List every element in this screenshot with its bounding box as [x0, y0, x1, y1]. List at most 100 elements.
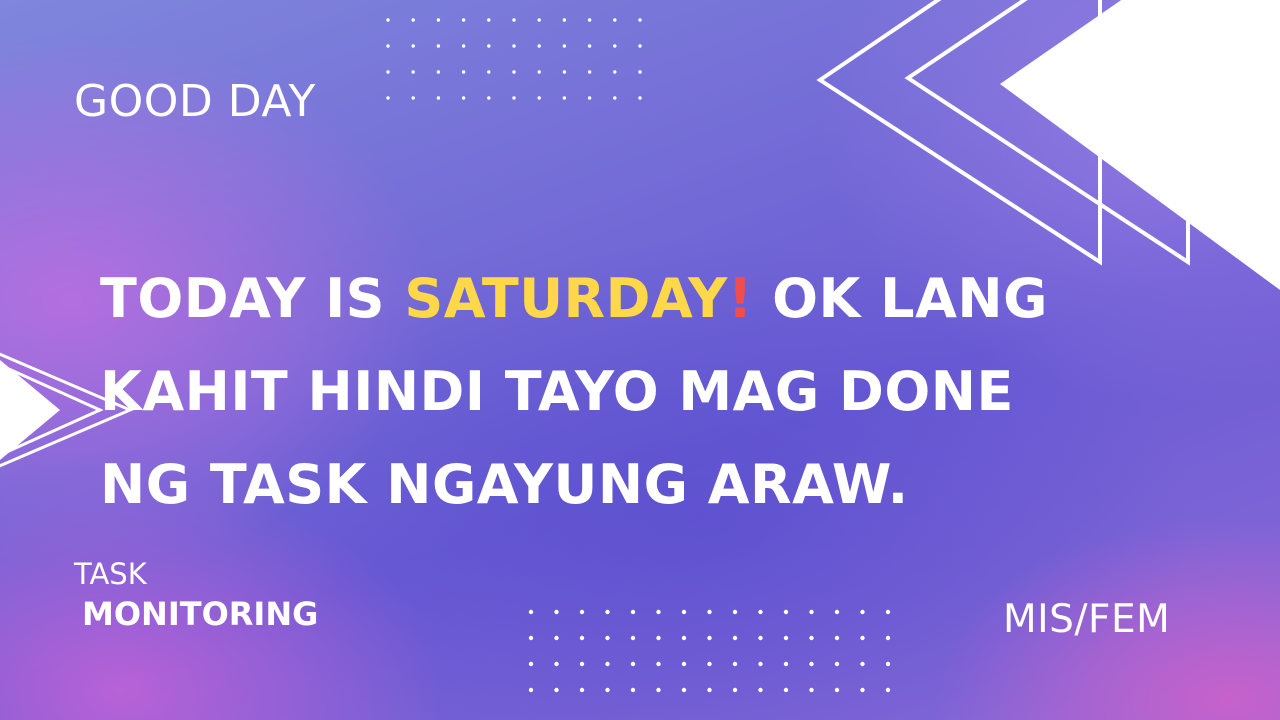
decor-dot	[638, 18, 642, 22]
decor-dot	[860, 609, 865, 615]
decor-dot	[834, 661, 840, 667]
headline-exclamation: !	[727, 267, 753, 330]
decor-dot	[860, 635, 865, 641]
headline-line1-rest: OK LANG	[752, 267, 1048, 330]
decor-dot	[487, 70, 491, 74]
decor-dot	[537, 70, 541, 74]
decor-dot	[512, 96, 516, 100]
decor-dot	[605, 687, 610, 693]
decor-dot	[630, 635, 636, 641]
decor-dot	[562, 70, 567, 74]
decor-dot	[758, 635, 763, 641]
decor-dot	[487, 18, 491, 22]
decor-dot	[579, 661, 585, 667]
decor-dot	[681, 661, 687, 667]
decor-dot	[732, 687, 738, 693]
decor-dot	[579, 635, 585, 641]
decor-dot	[554, 687, 559, 693]
decor-dot	[885, 609, 891, 615]
decor-dot	[386, 96, 390, 100]
decor-dot	[411, 44, 415, 48]
decor-dot	[605, 661, 610, 667]
decor-dot	[605, 609, 610, 615]
decor-dot	[656, 609, 661, 615]
decor-dot	[587, 18, 592, 22]
decor-dot	[579, 687, 585, 693]
decor-dot	[512, 44, 516, 48]
decor-dot	[411, 70, 415, 74]
headline-highlight-day: SATURDAY	[404, 267, 728, 330]
decor-dot	[783, 687, 789, 693]
greeting-heading: GOOD DAY	[74, 76, 316, 127]
decor-dot	[885, 687, 891, 693]
decor-dot	[809, 635, 814, 641]
decor-dot	[528, 635, 534, 641]
decor-dot	[656, 635, 661, 641]
decor-dot	[732, 609, 738, 615]
decor-dot	[436, 18, 441, 22]
decor-dot	[613, 96, 617, 100]
decor-dot	[411, 96, 415, 100]
decor-dot	[638, 70, 642, 74]
decor-dot	[885, 661, 891, 667]
decor-dot	[554, 635, 559, 641]
decor-dot	[681, 635, 687, 641]
dot-grid-bottom	[528, 609, 891, 693]
decor-dot	[758, 661, 763, 667]
decor-dot	[528, 687, 534, 693]
decor-dot	[554, 609, 559, 615]
decor-dot	[587, 70, 592, 74]
decor-dot	[461, 18, 466, 22]
decor-dot	[707, 687, 712, 693]
decor-dot	[860, 687, 865, 693]
decor-dot	[809, 609, 814, 615]
decor-dot	[436, 44, 441, 48]
decor-dot	[707, 609, 712, 615]
decor-dot	[885, 635, 891, 641]
decor-dot	[512, 18, 516, 22]
decor-dot	[834, 609, 840, 615]
decor-dot	[528, 661, 534, 667]
headline-prefix: TODAY IS	[100, 267, 405, 330]
decor-dot	[386, 70, 390, 74]
decor-dot	[411, 18, 415, 22]
decor-dot	[562, 44, 567, 48]
decor-dot	[758, 609, 763, 615]
footer-monitoring-label: MONITORING	[82, 595, 319, 633]
decor-dot	[656, 661, 661, 667]
decor-dot	[783, 609, 789, 615]
decor-dot	[809, 687, 814, 693]
top-right-triangle-solid	[1000, 0, 1280, 290]
decor-dot	[681, 687, 687, 693]
decor-dot	[562, 96, 567, 100]
department-label: MIS/FEM	[1003, 597, 1171, 642]
decor-dot	[461, 70, 466, 74]
decor-dot	[386, 18, 390, 22]
decor-dot	[809, 661, 814, 667]
decor-dot	[613, 18, 617, 22]
decor-dot	[386, 44, 390, 48]
decor-dot	[436, 70, 441, 74]
decor-dot	[638, 96, 642, 100]
headline-line3: NG TASK NGAYUNG ARAW.	[100, 453, 909, 516]
decor-dot	[487, 96, 491, 100]
decor-dot	[537, 44, 541, 48]
decor-dot	[605, 635, 610, 641]
decor-dot	[487, 44, 491, 48]
decor-dot	[758, 687, 763, 693]
decor-dot	[436, 96, 441, 100]
footer-task-label: TASK	[74, 557, 147, 591]
decor-dot	[579, 609, 585, 615]
headline: TODAY IS SATURDAY! OK LANG KAHIT HINDI T…	[100, 252, 1200, 531]
decor-dot	[783, 661, 789, 667]
decor-dot	[732, 661, 738, 667]
decor-dot	[587, 44, 592, 48]
decor-dot	[461, 44, 466, 48]
decor-dot	[587, 96, 592, 100]
decor-dot	[860, 661, 865, 667]
decor-dot	[656, 687, 661, 693]
decor-dot	[537, 18, 541, 22]
headline-line2: KAHIT HINDI TAYO MAG DONE	[100, 360, 1014, 423]
decor-dot	[613, 44, 617, 48]
decor-dot	[554, 661, 559, 667]
